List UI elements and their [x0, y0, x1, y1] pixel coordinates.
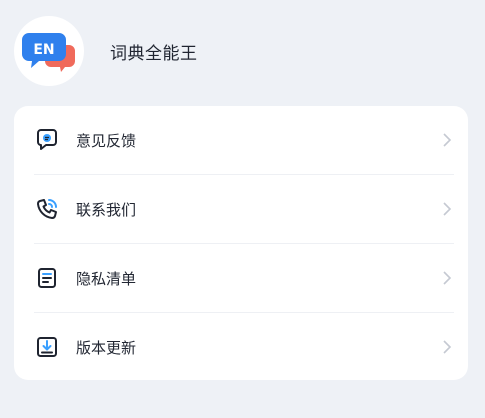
- chevron-right-icon: [440, 133, 454, 147]
- menu-item-label: 隐私清单: [76, 269, 137, 288]
- chevron-right-icon: [440, 340, 454, 354]
- menu-item-version-update[interactable]: 版本更新: [34, 313, 454, 381]
- menu-item-label: 联系我们: [76, 200, 137, 219]
- settings-menu-card: 意见反馈 联系我们 隐私清单 版本更新: [14, 106, 468, 380]
- menu-item-contact-us[interactable]: 联系我们: [34, 175, 454, 244]
- menu-item-label: 版本更新: [76, 338, 137, 357]
- download-update-icon: [34, 334, 60, 360]
- chevron-right-icon: [440, 271, 454, 285]
- app-name: 词典全能王: [110, 43, 198, 64]
- menu-item-privacy-list[interactable]: 隐私清单: [34, 244, 454, 313]
- feedback-chat-icon: [34, 127, 60, 153]
- contact-phone-icon: [34, 196, 60, 222]
- app-logo: EN: [14, 16, 84, 86]
- en-bubble-icon: EN: [22, 33, 75, 72]
- chevron-right-icon: [440, 202, 454, 216]
- logo-text: EN: [33, 42, 54, 58]
- privacy-list-icon: [34, 265, 60, 291]
- app-header: EN 词典全能王: [14, 16, 198, 86]
- menu-item-label: 意见反馈: [76, 131, 137, 150]
- menu-item-feedback[interactable]: 意见反馈: [34, 106, 454, 175]
